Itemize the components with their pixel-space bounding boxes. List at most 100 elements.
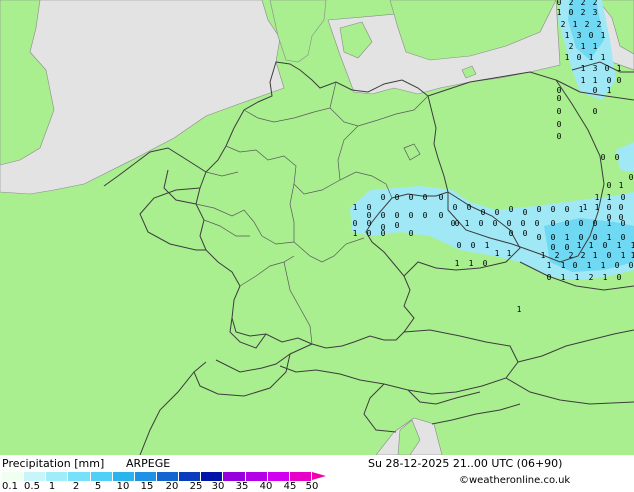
precip-value: 0 [395, 211, 400, 220]
precip-value: 0 [395, 221, 400, 230]
precip-value: 1 [617, 241, 622, 250]
precip-value: 2 [589, 273, 594, 282]
precip-value: 0 [381, 211, 386, 220]
colorbar-swatch [201, 472, 224, 481]
precip-value: 1 [575, 273, 580, 282]
precip-value: 0 [593, 107, 598, 116]
colorbar-tick-label: 15 [140, 481, 154, 492]
precip-value: 1 [541, 251, 546, 260]
colorbar-swatch [267, 472, 290, 481]
precip-value: 0 [619, 203, 624, 212]
precip-value: 1 [455, 259, 460, 268]
precip-value: 1 [593, 251, 598, 260]
precip-value: 1 [601, 31, 606, 40]
colorbar-tick-label: 25 [189, 481, 203, 492]
precip-value: 1 [565, 31, 570, 40]
precip-value: 1 [631, 251, 634, 260]
precip-value: 0 [615, 261, 620, 270]
precip-value: 0 [603, 241, 608, 250]
precip-value: 0 [565, 219, 570, 228]
precip-value: 0 [439, 211, 444, 220]
precip-value: 1 [607, 86, 612, 95]
colorbar-swatch [156, 472, 180, 481]
colorbar-swatch [24, 472, 47, 481]
precip-value: 2 [555, 251, 560, 260]
precip-value: 1 [595, 193, 600, 202]
precip-value: 0 [629, 173, 634, 182]
precip-value: 0 [621, 193, 626, 202]
precip-value: 0 [607, 181, 612, 190]
precip-value: 1 [565, 233, 570, 242]
precip-value: 2 [581, 0, 586, 7]
precip-value: 1 [465, 219, 470, 228]
precip-value: 0 [601, 153, 606, 162]
precip-value: 1 [581, 42, 586, 51]
colorbar-arrow-icon [312, 472, 326, 480]
precip-value: 2 [569, 0, 574, 7]
precip-value: 1 [579, 205, 584, 214]
precip-value: 0 [423, 193, 428, 202]
precip-value: 0 [589, 31, 594, 40]
precip-value: 1 [607, 219, 612, 228]
precip-value: 0 [577, 53, 582, 62]
precip-value: 2 [597, 20, 602, 29]
colorbar-tick-label: 0.1 [2, 481, 18, 492]
precip-value: 3 [577, 31, 582, 40]
precip-value: 0 [551, 205, 556, 214]
colorbar [2, 472, 312, 481]
colorbar-tick-label: 30 [211, 481, 225, 492]
model-name: ARPEGE [126, 457, 171, 470]
precip-value: 1 [621, 251, 626, 260]
precip-value: 0 [453, 203, 458, 212]
precip-value: 0 [557, 0, 562, 7]
precip-value: 1 [573, 20, 578, 29]
precip-value: 0 [493, 219, 498, 228]
precip-value: 3 [593, 64, 598, 73]
precip-value: 0 [565, 205, 570, 214]
precip-value: 0 [615, 153, 620, 162]
precip-value: 0 [629, 261, 634, 270]
precip-value: 0 [573, 261, 578, 270]
precip-value: 0 [481, 208, 486, 217]
colorbar-tick-label: 2 [72, 481, 80, 492]
valid-datetime: Su 28-12-2025 21..00 UTC (06+90) [368, 457, 563, 470]
precip-value: 1 [547, 261, 552, 270]
colorbar-tick-label: 50 [305, 481, 319, 492]
precip-value: 0 [471, 241, 476, 250]
precip-value: 0 [455, 219, 460, 228]
precip-value: 1 [353, 229, 358, 238]
precip-value: 1 [561, 273, 566, 282]
precip-value: 0 [547, 273, 552, 282]
precip-value: 0 [607, 76, 612, 85]
colorbar-swatch [289, 472, 312, 481]
colorbar-swatch [112, 472, 135, 481]
colorbar-swatch [134, 472, 157, 481]
colorbar-tick-label: 45 [283, 481, 297, 492]
precip-value: 0 [607, 203, 612, 212]
precip-value: 0 [523, 208, 528, 217]
precip-value: 1 [589, 53, 594, 62]
precip-value: 0 [593, 86, 598, 95]
precip-value: 0 [467, 203, 472, 212]
precip-value: 1 [619, 181, 624, 190]
precip-value: 0 [509, 229, 514, 238]
precip-value: 0 [409, 211, 414, 220]
colorbar-tick-label: 35 [235, 481, 249, 492]
precip-value: 2 [561, 20, 566, 29]
precip-value: 1 [593, 42, 598, 51]
precip-value: 0 [521, 219, 526, 228]
precip-value: 1 [631, 241, 634, 250]
colorbar-swatch [223, 472, 246, 481]
precip-value: 0 [617, 273, 622, 282]
precip-value: 1 [589, 241, 594, 250]
precip-value: 1 [607, 193, 612, 202]
precip-value: 0 [557, 94, 562, 103]
precip-value: 2 [581, 251, 586, 260]
precip-value: 1 [601, 53, 606, 62]
colorbar-tick-label: 1 [48, 481, 56, 492]
legend-title: Precipitation [mm] [2, 457, 105, 470]
precip-value: 0 [557, 107, 562, 116]
precip-value: 0 [409, 193, 414, 202]
precipitation-map: 0 2 2 21 0 2 32 1 2 21 3 0 12 1 11 0 1 11 3 0 11 1 0 00 0 100000 0… [0, 0, 634, 455]
precip-value: 1 [581, 76, 586, 85]
